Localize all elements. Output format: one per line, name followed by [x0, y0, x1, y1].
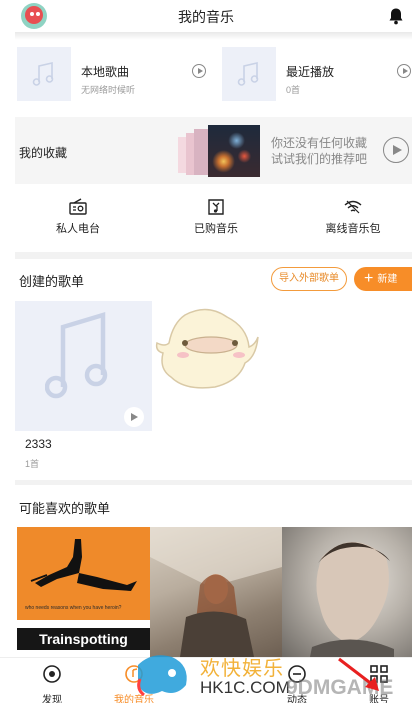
quick-action-offline[interactable]: 离线音乐包: [303, 198, 403, 236]
tab-account-label: 账号: [369, 695, 389, 703]
stack-card-3: [194, 129, 208, 175]
plus-icon: +: [364, 270, 374, 287]
header-divider: [15, 32, 412, 40]
recommended-playlist-1[interactable]: who needs reasons when you have heroin? …: [17, 527, 150, 657]
recent-play-play-button[interactable]: [397, 64, 411, 78]
favorites-cover-image: [208, 125, 260, 177]
recommended-playlist-2[interactable]: [150, 527, 282, 657]
radio-icon: [69, 198, 87, 215]
recommended-playlist-3[interactable]: [282, 527, 412, 657]
import-playlist-button[interactable]: 导入外部歌单: [271, 267, 347, 291]
quick-action-offline-label: 离线音乐包: [325, 223, 381, 235]
section-separator: [15, 252, 412, 259]
favorites-message-line1: 你还没有任何收藏: [271, 136, 368, 150]
quick-action-purchased[interactable]: 已购音乐: [166, 198, 266, 236]
page-title: 我的音乐: [178, 9, 234, 25]
local-songs-cover[interactable]: [17, 47, 71, 101]
favorites-message-line2: 试试我们的推荐吧: [271, 152, 368, 166]
tab-account[interactable]: 账号: [343, 664, 412, 703]
quick-action-radio-label: 私人电台: [56, 223, 100, 235]
activity-icon: [288, 665, 306, 683]
poster-title: Trainspotting: [17, 628, 150, 650]
recent-play-title[interactable]: 最近播放: [286, 63, 334, 80]
section-separator-2: [15, 480, 412, 485]
discover-icon: [43, 665, 61, 683]
tab-activity-label: 动态: [287, 695, 307, 703]
top-bar: 我的音乐: [0, 0, 412, 32]
recent-play-subtitle: 0首: [286, 85, 301, 95]
poster-caption: who needs reasons when you have heroin?: [25, 605, 122, 611]
playlist-play-button[interactable]: [124, 407, 144, 427]
favorites-play-button[interactable]: [383, 137, 409, 163]
music-note-icon: [45, 311, 108, 399]
tab-activity[interactable]: 动态: [261, 664, 333, 703]
new-playlist-label: 新建: [377, 274, 398, 285]
wifi-offline-icon: [344, 200, 362, 214]
tab-discover-label: 发现: [42, 695, 62, 703]
purchased-music-icon: [208, 199, 224, 215]
playlist-name[interactable]: 2333: [25, 437, 52, 451]
tab-my-music[interactable]: 我的音乐: [98, 664, 170, 703]
mascot-illustration: [155, 308, 259, 389]
tab-bar: 发现 我的音乐 动态 账号: [0, 657, 412, 703]
account-grid-icon: [370, 665, 388, 683]
favorites-message: 你还没有任何收藏 试试我们的推荐吧: [271, 135, 367, 167]
local-songs-subtitle: 无网络时候听: [81, 85, 136, 95]
local-songs-play-button[interactable]: [192, 64, 206, 78]
tab-discover[interactable]: 发现: [16, 664, 88, 703]
local-songs-title[interactable]: 本地歌曲: [81, 63, 129, 80]
music-note-icon: [237, 61, 259, 86]
recent-play-cover[interactable]: [222, 47, 276, 101]
cover-photo-woman: [150, 527, 282, 657]
tab-my-music-label: 我的音乐: [114, 695, 154, 703]
my-music-icon: [125, 665, 143, 683]
cover-photo-man: [310, 542, 394, 657]
quick-action-purchased-label: 已购音乐: [194, 223, 238, 235]
playlist-count: 1首: [25, 459, 40, 469]
quick-action-radio[interactable]: 私人电台: [28, 198, 128, 236]
recent-row: 本地歌曲 无网络时候听 最近播放 0首: [15, 47, 412, 107]
favorites-label: 我的收藏: [19, 146, 68, 160]
poster-figure: [30, 539, 137, 591]
music-note-icon: [32, 61, 54, 86]
bell-icon[interactable]: [388, 7, 404, 25]
recommended-title: 可能喜欢的歌单: [19, 501, 111, 516]
new-playlist-button[interactable]: + 新建: [354, 267, 412, 291]
favorites-banner[interactable]: 我的收藏 你还没有任何收藏 试试我们的推荐吧: [15, 117, 412, 184]
created-playlists-title: 创建的歌单: [19, 274, 85, 289]
